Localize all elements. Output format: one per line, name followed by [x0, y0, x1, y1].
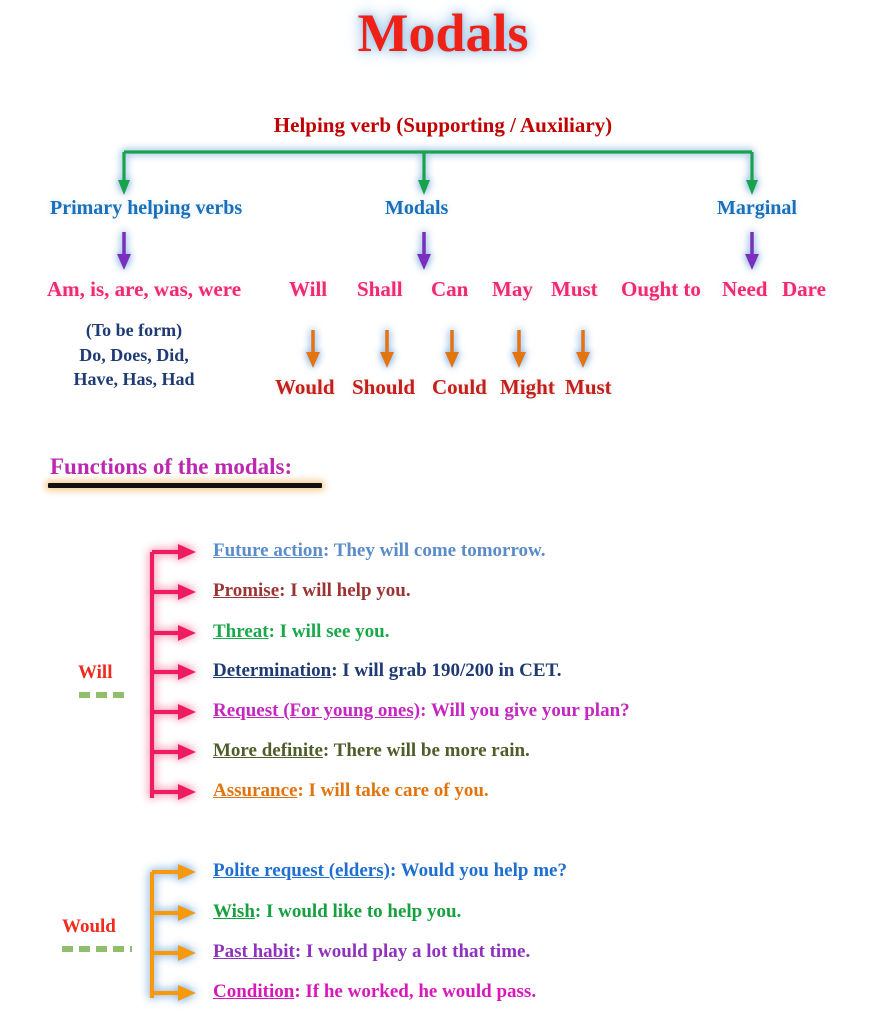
will-text-2: I will see you.	[279, 621, 390, 642]
would-bracket	[149, 864, 196, 1001]
will-key-0: Future action	[213, 540, 323, 561]
would-key-2: Past habit	[213, 941, 295, 962]
primary-forms-list: Am, is, are, was, were	[47, 277, 242, 301]
past-form-should: Should	[352, 375, 416, 399]
modal-shall: Shall	[357, 277, 403, 301]
modal-may: May	[492, 277, 533, 301]
will-text-5: There will be more rain.	[333, 740, 530, 761]
modal-can: Can	[431, 277, 469, 301]
would-function-past-habit: Past habit: I would play a lot that time…	[213, 941, 530, 963]
will-sep-5: :	[322, 740, 334, 761]
will-key-2: Threat	[213, 621, 269, 642]
will-sep-0: :	[322, 540, 334, 561]
would-key-1: Wish	[213, 901, 255, 922]
will-bracket	[149, 544, 196, 800]
marginal-need: Need	[722, 277, 768, 301]
group-label-would-dashes	[62, 946, 132, 952]
will-key-3: Determination	[213, 660, 332, 681]
will-text-6: I will take care of you.	[308, 780, 489, 801]
would-text-1: I would like to help you.	[265, 901, 462, 922]
will-text-3: I will grab 190/200 in CET.	[342, 660, 562, 681]
functions-heading-underline	[48, 483, 322, 488]
will-function-request: Request (For young ones): Will you give …	[213, 700, 630, 722]
will-function-threat: Threat: I will see you.	[213, 621, 389, 643]
would-function-wish: Wish: I would like to help you.	[213, 901, 461, 923]
will-function-determination: Determination: I will grab 190/200 in CE…	[213, 660, 562, 682]
will-sep-6: :	[297, 780, 309, 801]
will-text-4: Will you give your plan?	[430, 700, 630, 721]
green-connector-group	[118, 150, 758, 195]
group-label-would: Would	[62, 916, 116, 937]
helping-verb-tree: Helping verb (Supporting / Auxiliary) Pr…	[0, 0, 886, 420]
tree-category-modals: Modals	[385, 197, 449, 219]
would-sep-3: :	[294, 981, 306, 1002]
will-sep-4: :	[420, 700, 431, 721]
modal-will: Will	[289, 277, 328, 301]
would-sep-2: :	[294, 941, 306, 962]
will-text-1: I will help you.	[290, 580, 411, 601]
tree-category-marginal: Marginal	[717, 197, 797, 219]
will-function-future-action: Future action: They will come tomorrow.	[213, 540, 545, 562]
past-form-might: Might	[500, 375, 555, 399]
will-sep-3: :	[331, 660, 343, 681]
would-text-3: If he worked, he would pass.	[305, 981, 537, 1002]
purple-arrow-group	[117, 232, 759, 270]
would-text-2: I would play a lot that time.	[305, 941, 531, 962]
past-form-would: Would	[275, 375, 335, 399]
to-be-form-note: (To be form) Do, Does, Did, Have, Has, H…	[73, 320, 195, 390]
will-sep-1: :	[279, 580, 291, 601]
would-key-0: Polite request (elders)	[213, 860, 390, 881]
will-sep-2: :	[268, 621, 280, 642]
will-function-assurance: Assurance: I will take care of you.	[213, 780, 489, 802]
would-function-condition: Condition: If he worked, he would pass.	[213, 981, 536, 1003]
would-text-0: Would you help me?	[400, 860, 567, 881]
would-function-polite-request: Polite request (elders): Would you help …	[213, 860, 567, 882]
group-label-will-dashes	[79, 692, 127, 698]
will-function-more-definite: More definite: There will be more rain.	[213, 740, 530, 762]
orange-arrow-group	[306, 330, 590, 368]
functions-heading: Functions of the modals:	[50, 454, 293, 479]
would-sep-0: :	[389, 860, 401, 881]
tree-category-primary: Primary helping verbs	[50, 197, 243, 219]
will-text-0: They will come tomorrow.	[333, 540, 546, 561]
will-key-6: Assurance	[213, 780, 298, 801]
marginal-dare: Dare	[782, 277, 826, 301]
will-key-1: Promise	[213, 580, 280, 601]
will-key-4: Request (For young ones)	[213, 700, 421, 721]
past-form-could: Could	[432, 375, 487, 399]
would-key-3: Condition	[213, 981, 295, 1002]
will-key-5: More definite	[213, 740, 323, 761]
modal-must: Must	[551, 277, 598, 301]
marginal-ought-to: Ought to	[621, 277, 701, 301]
group-label-will: Will	[78, 662, 113, 683]
would-sep-1: :	[254, 901, 266, 922]
past-form-must: Must	[565, 375, 612, 399]
tree-root-label: Helping verb (Supporting / Auxiliary)	[273, 113, 613, 137]
will-function-promise: Promise: I will help you.	[213, 580, 411, 602]
